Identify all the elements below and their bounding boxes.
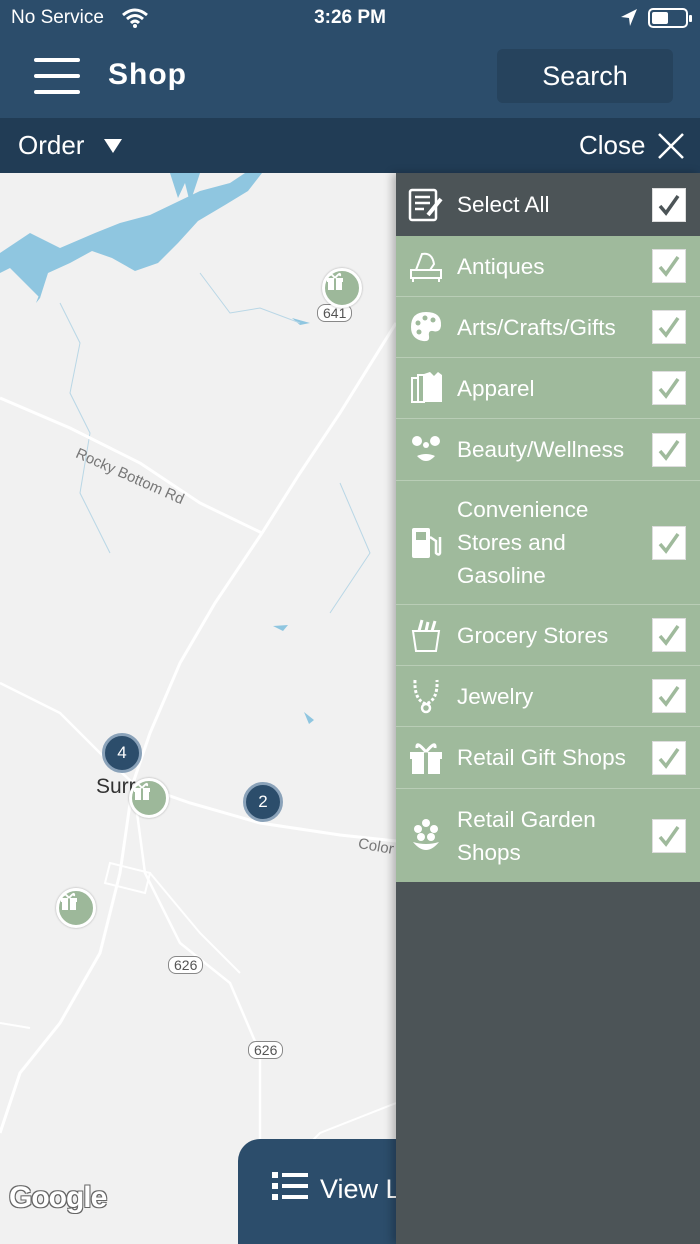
menu-icon[interactable] [34, 58, 82, 96]
checkmark-icon [658, 439, 680, 461]
map-view[interactable]: Rocky Bottom Rd Color 641 626 626 Surr 4… [0, 173, 396, 1244]
gift-map-pin[interactable] [322, 268, 362, 308]
category-row-arts-crafts-gifts[interactable]: Arts/Crafts/Gifts [396, 297, 700, 358]
category-row-beauty-wellness[interactable]: Beauty/Wellness [396, 419, 700, 481]
checkmark-icon [658, 194, 680, 216]
map-canvas [0, 173, 396, 1244]
close-icon[interactable] [657, 132, 685, 160]
category-label: Jewelry [457, 683, 534, 709]
category-row-antiques[interactable]: Antiques [396, 236, 700, 297]
google-logo: Google [9, 1181, 107, 1214]
map-cluster-marker[interactable]: 2 [243, 782, 283, 822]
beauty-icon [408, 432, 444, 468]
category-row-grocery-stores[interactable]: Grocery Stores [396, 605, 700, 666]
select-all-row[interactable]: Select All [396, 173, 700, 236]
checkmark-icon [658, 316, 680, 338]
category-checkbox[interactable] [652, 679, 686, 713]
category-checkbox[interactable] [652, 740, 686, 775]
category-label: Antiques [457, 253, 545, 279]
checkmark-icon [658, 624, 680, 646]
order-bar: Order Close [0, 118, 700, 173]
gift-map-pin[interactable] [129, 778, 169, 818]
route-shield: 626 [168, 956, 204, 974]
category-checkbox[interactable] [652, 310, 686, 344]
category-row-convenience-gasoline[interactable]: Convenience Stores and Gasoline [396, 481, 700, 605]
caret-down-icon[interactable] [104, 139, 122, 153]
app-header: Shop Search [0, 38, 700, 118]
gift-icon [134, 782, 150, 800]
view-list-label: View L [320, 1174, 401, 1204]
category-label: Grocery Stores [457, 622, 609, 648]
antiques-icon [408, 248, 444, 284]
battery-icon [648, 8, 692, 28]
category-label: Arts/Crafts/Gifts [457, 314, 616, 340]
category-row-retail-gift-shops[interactable]: Retail Gift Shops [396, 727, 700, 789]
category-row-retail-garden-shops[interactable]: Retail Garden Shops [396, 789, 700, 882]
category-label: Retail Garden Shops [457, 806, 596, 865]
location-arrow-icon [621, 9, 637, 26]
checkmark-icon [658, 255, 680, 277]
category-checkbox[interactable] [652, 525, 686, 560]
palette-icon [408, 309, 444, 345]
select-all-checkbox[interactable] [652, 187, 686, 222]
gift-icon [327, 272, 343, 290]
gift-map-pin[interactable] [56, 888, 96, 928]
gift-icon [408, 740, 444, 776]
map-cluster-marker[interactable]: 4 [102, 733, 142, 773]
apparel-icon [408, 370, 444, 406]
checkmark-icon [658, 377, 680, 399]
flower-icon [408, 818, 444, 854]
gas-pump-icon [408, 525, 444, 561]
close-button[interactable]: Close [579, 130, 645, 161]
gift-icon [61, 892, 77, 910]
grocery-bag-icon [408, 617, 444, 653]
category-label: Convenience Stores and Gasoline [457, 497, 589, 588]
checkmark-icon [658, 685, 680, 707]
category-checkbox[interactable] [652, 818, 686, 853]
category-label: Apparel [457, 375, 535, 401]
category-label: Retail Gift Shops [457, 745, 626, 770]
category-checkbox[interactable] [652, 371, 686, 405]
category-checkbox[interactable] [652, 249, 686, 283]
category-checkbox[interactable] [652, 618, 686, 652]
checkmark-icon [658, 747, 680, 769]
category-filter-panel: Select All Antiques Arts/Crafts/Gifts Ap… [396, 173, 700, 1244]
checklist-icon [408, 187, 444, 223]
category-checkbox[interactable] [652, 432, 686, 467]
category-label: Beauty/Wellness [457, 437, 625, 462]
page-title: Shop [108, 58, 187, 91]
clock: 3:26 PM [314, 7, 386, 28]
necklace-icon [408, 678, 444, 714]
search-button[interactable]: Search [497, 49, 673, 103]
route-shield: 626 [248, 1041, 284, 1059]
checkmark-icon [658, 532, 680, 554]
category-row-apparel[interactable]: Apparel [396, 358, 700, 419]
select-all-label: Select All [457, 192, 550, 217]
list-icon [272, 1172, 308, 1200]
category-row-jewelry[interactable]: Jewelry [396, 666, 700, 727]
order-dropdown[interactable]: Order [18, 130, 84, 161]
status-bar: No Service 3:26 PM [0, 0, 700, 38]
checkmark-icon [658, 825, 680, 847]
